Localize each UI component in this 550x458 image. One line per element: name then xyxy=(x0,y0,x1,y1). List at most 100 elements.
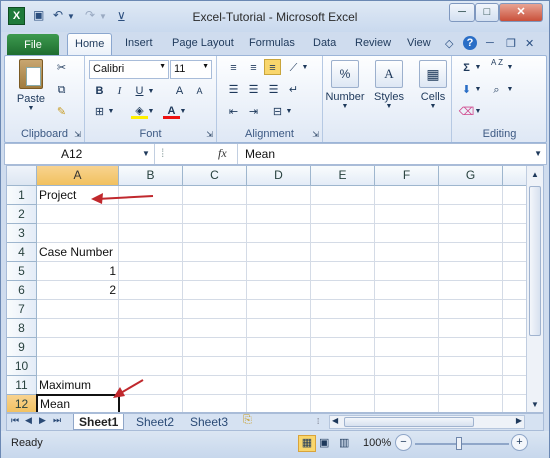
italic-button[interactable]: I xyxy=(111,83,128,99)
arrow-project xyxy=(91,193,154,204)
find-select-dropdown-icon[interactable]: ▼ xyxy=(506,82,514,98)
tab-view[interactable]: View xyxy=(407,37,431,49)
merge-dropdown-icon[interactable]: ▼ xyxy=(285,104,293,120)
horizontal-scrollbar[interactable]: ◀ ▶ xyxy=(329,415,525,429)
first-sheet-icon[interactable]: ⏮ xyxy=(11,415,19,426)
align-left-icon[interactable]: ☰ xyxy=(225,82,242,98)
page-layout-view-icon[interactable]: ▣ xyxy=(319,436,329,449)
wrap-text-icon[interactable]: ↵ xyxy=(285,82,302,98)
scroll-down-icon[interactable]: ▼ xyxy=(528,398,542,412)
font-color-dropdown-icon[interactable]: ▼ xyxy=(179,104,187,120)
cells-button[interactable]: ▦ Cells ▼ xyxy=(411,60,455,124)
zoom-slider-thumb[interactable] xyxy=(456,437,462,450)
font-color-icon[interactable]: A xyxy=(163,103,180,119)
workbook-restore-icon[interactable]: ❐ xyxy=(506,37,516,50)
tab-file[interactable]: File xyxy=(7,34,59,56)
underline-button[interactable]: U xyxy=(131,83,148,99)
clear-icon[interactable]: ⌫ xyxy=(458,104,475,120)
scroll-left-icon[interactable]: ◀ xyxy=(332,416,338,425)
font-name-combo[interactable]: Calibri ▼ xyxy=(89,60,169,79)
zoom-out-icon[interactable]: − xyxy=(395,434,412,451)
sheet-tab-sheet1[interactable]: Sheet1 xyxy=(73,414,125,430)
ribbon-tab-bar: File Home Insert Page Layout Formulas Da… xyxy=(1,32,549,57)
sheet-tab-sheet2[interactable]: Sheet2 xyxy=(131,414,179,430)
shrink-font-button[interactable]: A xyxy=(191,83,208,99)
next-sheet-icon[interactable]: ▶ xyxy=(39,415,46,426)
orientation-dropdown-icon[interactable]: ▼ xyxy=(301,60,309,76)
formula-expand-icon[interactable]: ▼ xyxy=(534,149,542,158)
close-button[interactable]: ✕ xyxy=(499,3,543,22)
paste-label: Paste xyxy=(16,93,46,105)
page-break-view-icon[interactable]: ▥ xyxy=(339,436,349,449)
zoom-level[interactable]: 100% xyxy=(363,437,391,449)
insert-sheet-icon[interactable]: ⎘ xyxy=(243,414,252,427)
prev-sheet-icon[interactable]: ◀ xyxy=(25,415,32,426)
help-icon[interactable]: ? xyxy=(463,36,477,50)
format-painter-icon[interactable]: ✎ xyxy=(53,104,70,120)
name-box[interactable]: A12 xyxy=(5,144,155,164)
scroll-up-icon[interactable]: ▲ xyxy=(528,168,542,182)
maximize-button[interactable]: □ xyxy=(475,3,499,22)
fill-color-icon[interactable]: ◈ xyxy=(131,103,148,119)
title-bar: X ▣ ↶ ▼ ↷ ▼ ⊻ Excel-Tutorial - Microsoft… xyxy=(1,1,549,32)
normal-view-icon[interactable]: ▦ xyxy=(298,435,316,452)
align-top-icon[interactable]: ≡ xyxy=(225,60,242,76)
orientation-icon[interactable]: ⟋ xyxy=(285,60,302,76)
tab-insert[interactable]: Insert xyxy=(125,37,153,49)
underline-dropdown-icon[interactable]: ▼ xyxy=(147,84,155,100)
increase-indent-icon[interactable]: ⇥ xyxy=(245,104,262,120)
vertical-scrollbar[interactable]: ▲ ▼ xyxy=(526,166,543,412)
tab-data[interactable]: Data xyxy=(313,37,336,49)
paste-button[interactable]: Paste ▼ xyxy=(11,59,51,119)
sheet-tab-sheet3[interactable]: Sheet3 xyxy=(185,414,233,430)
cut-icon[interactable]: ✂ xyxy=(53,60,70,76)
editing-group: Σ ▼ A Z ▼ ⬇ ▼ ⌕ ▼ ⌫ ▼ Editing xyxy=(451,56,547,142)
sort-filter-icon[interactable]: A Z xyxy=(486,59,508,75)
clipboard-launcher-icon[interactable]: ⇲ xyxy=(74,130,81,139)
align-center-icon[interactable]: ☰ xyxy=(245,82,262,98)
bold-button[interactable]: B xyxy=(91,83,108,99)
styles-dropdown-icon: ▼ xyxy=(385,103,393,110)
grow-font-button[interactable]: A xyxy=(171,83,188,99)
clear-dropdown-icon[interactable]: ▼ xyxy=(474,104,482,120)
tab-formulas[interactable]: Formulas xyxy=(249,37,295,49)
name-box-dropdown-icon[interactable]: ▼ xyxy=(142,149,150,158)
sort-filter-dropdown-icon[interactable]: ▼ xyxy=(506,60,514,76)
align-bottom-icon[interactable]: ≡ xyxy=(264,59,281,75)
find-select-icon[interactable]: ⌕ xyxy=(488,82,505,98)
tab-split-handle[interactable]: ⁞ xyxy=(317,417,327,427)
formula-bar-expand-handle[interactable]: ⁞ xyxy=(161,146,164,160)
styles-button[interactable]: A Styles ▼ xyxy=(367,60,411,124)
fill-dropdown-icon[interactable]: ▼ xyxy=(474,82,482,98)
tab-home[interactable]: Home xyxy=(67,33,113,57)
tab-review[interactable]: Review xyxy=(355,37,391,49)
zoom-slider-track[interactable] xyxy=(415,443,509,445)
align-right-icon[interactable]: ☰ xyxy=(265,82,282,98)
horizontal-scroll-thumb[interactable] xyxy=(344,417,474,427)
fill-color-dropdown-icon[interactable]: ▼ xyxy=(147,104,155,120)
scroll-right-icon[interactable]: ▶ xyxy=(516,416,522,425)
merge-center-icon[interactable]: ⊟ xyxy=(269,104,286,120)
alignment-launcher-icon[interactable]: ⇲ xyxy=(312,130,319,139)
fill-icon[interactable]: ⬇ xyxy=(458,82,475,98)
zoom-in-icon[interactable]: + xyxy=(511,434,528,451)
borders-dropdown-icon[interactable]: ▼ xyxy=(107,104,115,120)
scroll-thumb[interactable] xyxy=(529,186,541,336)
tab-page-layout[interactable]: Page Layout xyxy=(172,37,234,49)
autosum-dropdown-icon[interactable]: ▼ xyxy=(474,60,482,76)
minimize-ribbon-icon[interactable]: ◇ xyxy=(445,37,453,50)
align-middle-icon[interactable]: ≡ xyxy=(245,60,262,76)
copy-icon[interactable]: ⧉ xyxy=(53,82,70,98)
insert-function-icon[interactable]: fx xyxy=(218,146,227,161)
number-button[interactable]: % Number ▼ xyxy=(323,60,367,124)
autosum-icon[interactable]: Σ xyxy=(458,60,475,76)
workbook-minimize-icon[interactable]: ─ xyxy=(486,37,494,49)
formula-input[interactable]: Mean xyxy=(245,147,275,161)
borders-icon[interactable]: ⊞ xyxy=(91,104,108,120)
minimize-button[interactable]: ─ xyxy=(449,3,475,22)
font-size-combo[interactable]: 11 ▼ xyxy=(170,60,212,79)
font-launcher-icon[interactable]: ⇲ xyxy=(206,130,213,139)
workbook-close-icon[interactable]: ✕ xyxy=(525,37,534,50)
decrease-indent-icon[interactable]: ⇤ xyxy=(225,104,242,120)
last-sheet-icon[interactable]: ⏭ xyxy=(53,415,61,426)
